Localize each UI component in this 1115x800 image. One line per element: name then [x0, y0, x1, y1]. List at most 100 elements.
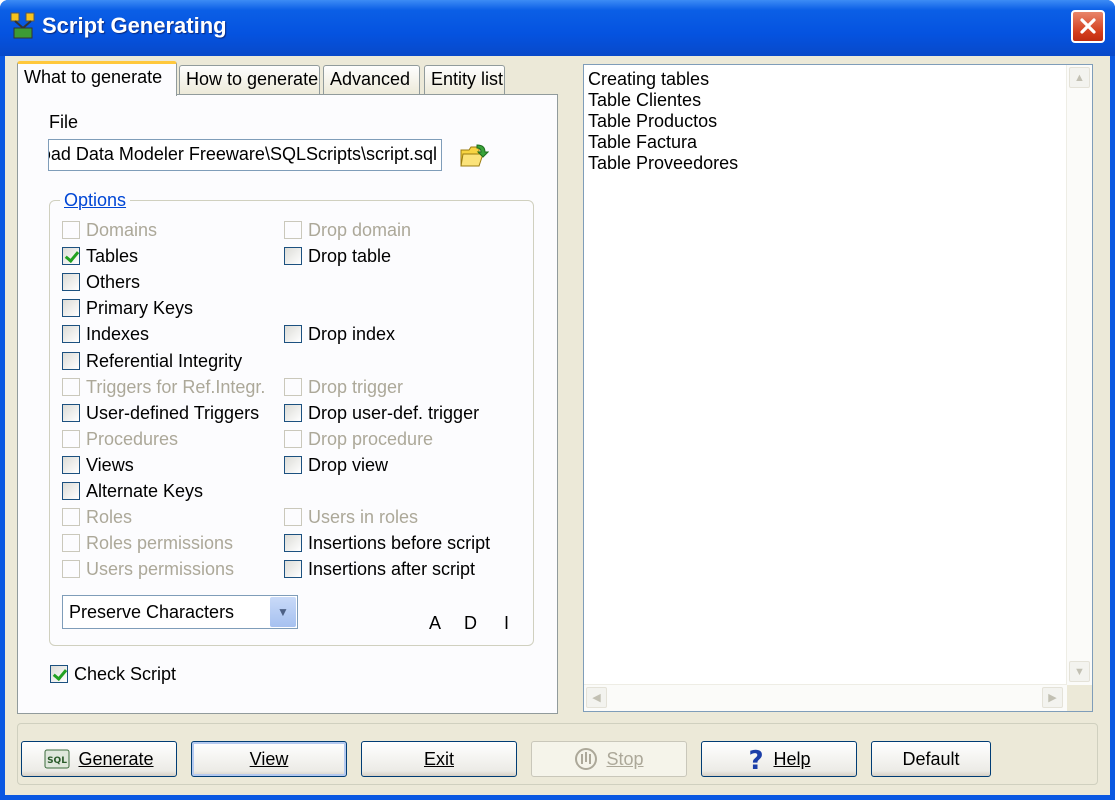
- checkbox-box[interactable]: [62, 456, 80, 474]
- option-checkbox-drop-domain: Drop domain: [284, 219, 411, 241]
- generate-button[interactable]: SQL Generate: [21, 741, 177, 777]
- option-checkbox-insertions-before-script[interactable]: Insertions before script: [284, 532, 490, 554]
- checkbox-label: Procedures: [86, 428, 179, 449]
- checkbox-label: Views: [86, 454, 134, 475]
- tab-advanced[interactable]: Advanced: [323, 65, 420, 95]
- tab-what-to-generate[interactable]: What to generate: [17, 61, 177, 96]
- svg-text:SQL: SQL: [48, 756, 68, 766]
- option-checkbox-primary-keys[interactable]: Primary Keys: [62, 297, 193, 319]
- scroll-right-icon[interactable]: ▶: [1042, 687, 1063, 708]
- adi-label-i: I: [504, 613, 510, 633]
- checkbox-box[interactable]: [62, 325, 80, 343]
- checkbox-box[interactable]: [284, 534, 302, 552]
- svg-text:?: ?: [749, 746, 764, 772]
- scroll-down-icon[interactable]: ▼: [1069, 661, 1090, 682]
- app-icon: [10, 12, 35, 39]
- window-title: Script Generating: [42, 13, 227, 38]
- scroll-up-icon[interactable]: ▲: [1069, 67, 1090, 88]
- option-checkbox-others[interactable]: Others: [62, 271, 140, 293]
- checkbox-box[interactable]: [284, 560, 302, 578]
- checkbox-box[interactable]: [284, 325, 302, 343]
- option-checkbox-drop-view[interactable]: Drop view: [284, 454, 388, 476]
- option-checkbox-alternate-keys[interactable]: Alternate Keys: [62, 480, 203, 502]
- close-icon: [1080, 18, 1096, 34]
- checkbox-label: Drop domain: [308, 219, 412, 240]
- tab-label: Advanced: [330, 69, 411, 89]
- checkbox-label: Primary Keys: [86, 297, 194, 318]
- checkbox-box: [284, 378, 302, 396]
- checkbox-box[interactable]: [62, 247, 80, 265]
- option-checkbox-drop-procedure: Drop procedure: [284, 428, 433, 450]
- checkbox-box[interactable]: [50, 665, 68, 683]
- checkbox-label: Drop trigger: [308, 376, 404, 397]
- option-checkbox-insertions-after-script[interactable]: Insertions after script: [284, 558, 475, 580]
- file-path-input[interactable]: oad Data Modeler Freeware\SQLScripts\scr…: [48, 139, 442, 171]
- stop-icon: [574, 747, 598, 771]
- option-checkbox-roles: Roles: [62, 506, 132, 528]
- checkbox-label: Domains: [86, 219, 158, 240]
- checkbox-label: Insertions before script: [308, 532, 491, 553]
- checkbox-box: [284, 430, 302, 448]
- exit-button[interactable]: Exit: [361, 741, 517, 777]
- check-script-checkbox[interactable]: Check Script: [50, 663, 176, 685]
- checkbox-label: Drop index: [308, 323, 396, 344]
- option-checkbox-drop-user-def-trigger[interactable]: Drop user-def. trigger: [284, 402, 479, 424]
- checkbox-label: Roles: [86, 506, 133, 527]
- option-checkbox-drop-index[interactable]: Drop index: [284, 323, 395, 345]
- output-lines: Creating tables Table Clientes Table Produ…: [588, 69, 738, 174]
- default-button[interactable]: Default: [871, 741, 991, 777]
- stop-button[interactable]: Stop: [531, 741, 687, 777]
- checkbox-label: Drop user-def. trigger: [308, 402, 480, 423]
- checkbox-box[interactable]: [284, 456, 302, 474]
- check-script-label: Check Script: [74, 663, 177, 684]
- checkbox-label: User-defined Triggers: [86, 402, 260, 423]
- view-button[interactable]: View: [191, 741, 347, 777]
- exit-label: Exit: [423, 748, 454, 769]
- horizontal-scrollbar[interactable]: ◀ ▶: [584, 684, 1067, 711]
- tab-how-to-generate[interactable]: How to generate: [179, 65, 320, 95]
- tab-entity-list[interactable]: Entity list: [424, 65, 505, 95]
- checkbox-label: Roles permissions: [86, 532, 234, 553]
- option-checkbox-procedures: Procedures: [62, 428, 178, 450]
- output-line: Table Factura: [588, 132, 698, 152]
- adi-label-d: D: [464, 613, 477, 633]
- checkbox-box: [62, 221, 80, 239]
- checkbox-box[interactable]: [62, 273, 80, 291]
- vertical-scrollbar[interactable]: ▲ ▼: [1066, 65, 1092, 685]
- chevron-down-icon[interactable]: ▼: [270, 597, 296, 627]
- tab-label: How to generate: [186, 69, 319, 89]
- checkbox-box[interactable]: [62, 404, 80, 422]
- option-checkbox-referential-integrity[interactable]: Referential Integrity: [62, 350, 242, 372]
- open-folder-icon[interactable]: [459, 142, 489, 170]
- checkbox-box[interactable]: [284, 404, 302, 422]
- checkbox-box[interactable]: [284, 247, 302, 265]
- option-checkbox-tables[interactable]: Tables: [62, 245, 138, 267]
- checkbox-label: Drop procedure: [308, 428, 434, 449]
- checkbox-label: Others: [86, 271, 141, 292]
- character-case-select[interactable]: Preserve Characters ▼: [62, 595, 298, 629]
- checkbox-box[interactable]: [62, 352, 80, 370]
- option-checkbox-indexes[interactable]: Indexes: [62, 323, 149, 345]
- close-button[interactable]: [1071, 10, 1105, 43]
- checkbox-label: Drop view: [308, 454, 389, 475]
- tab-label: Entity list: [431, 69, 504, 89]
- sql-icon: SQL: [44, 748, 70, 770]
- scroll-left-icon[interactable]: ◀: [586, 687, 607, 708]
- options-legend: Options: [60, 190, 131, 211]
- option-checkbox-drop-table[interactable]: Drop table: [284, 245, 391, 267]
- checkbox-box[interactable]: [62, 299, 80, 317]
- output-log[interactable]: Creating tables Table Clientes Table Produ…: [583, 64, 1093, 712]
- output-line: Table Clientes: [588, 90, 702, 110]
- checkbox-box[interactable]: [62, 482, 80, 500]
- option-checkbox-drop-trigger: Drop trigger: [284, 376, 403, 398]
- option-checkbox-views[interactable]: Views: [62, 454, 134, 476]
- help-button[interactable]: ? Help: [701, 741, 857, 777]
- title-bar[interactable]: Script Generating: [0, 0, 1115, 56]
- checkbox-box: [62, 508, 80, 526]
- checkbox-box: [62, 534, 80, 552]
- checkbox-box: [62, 378, 80, 396]
- output-line: Table Productos: [588, 111, 718, 131]
- option-checkbox-user-defined-triggers[interactable]: User-defined Triggers: [62, 402, 259, 424]
- dialog-client-area: What to generate How to generate Advance…: [5, 56, 1110, 795]
- checkbox-label: Alternate Keys: [86, 480, 204, 501]
